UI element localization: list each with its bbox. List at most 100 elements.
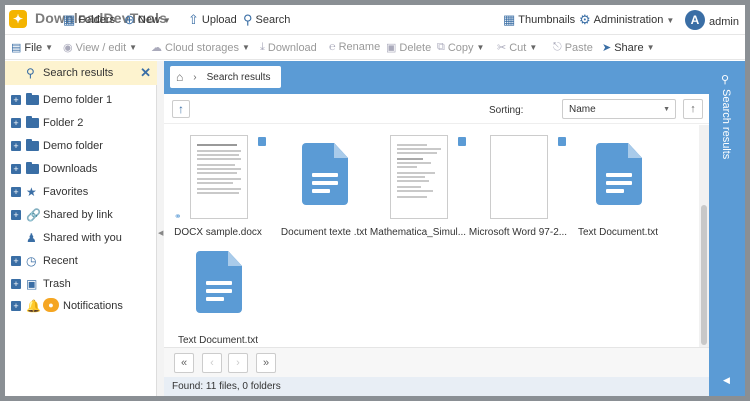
administration-button[interactable]: ⚙ Administration ▼ [579, 12, 674, 28]
file-thumbnail [190, 135, 248, 219]
folders-button[interactable]: ▦ Folders [63, 12, 115, 28]
breadcrumb-bar: ⌂ › Search results [164, 61, 709, 94]
top-bar: ✦ DownloadDevTools ▦ Folders ⊕ New ▼ ⇧ U… [5, 5, 745, 35]
chevron-left-icon[interactable]: ◀ [723, 375, 730, 386]
sort-select[interactable]: Name ▼ [562, 99, 676, 119]
right-panel[interactable]: ⚲ Search results ◀ [709, 61, 745, 396]
sort-direction-button[interactable]: ↑ [683, 99, 703, 119]
expand-icon[interactable]: + [11, 210, 21, 220]
search-label: Search [255, 14, 291, 26]
file-item[interactable]: Mathematica_Simul... [368, 135, 468, 245]
expand-icon[interactable]: + [11, 256, 21, 266]
home-icon[interactable]: ⌂ [176, 70, 183, 84]
sidebar-item-shared-with-you[interactable]: ♟ Shared with you [5, 227, 157, 249]
file-item[interactable]: Microsoft Word 97-2... [468, 135, 568, 245]
sidebar-item-demo-folder-1[interactable]: + Demo folder 1 [5, 89, 157, 111]
prev-page-button[interactable]: ‹ [202, 353, 222, 373]
file-name: Mathematica_Simul... [369, 227, 467, 238]
sidebar-item-label: Favorites [43, 186, 89, 198]
download-button[interactable]: ⤓ Download [260, 41, 317, 54]
expand-icon[interactable]: + [11, 141, 21, 151]
sidebar-item-label: Search results [43, 67, 114, 79]
sidebar-item-demo-folder[interactable]: + Demo folder [5, 135, 157, 157]
expand-icon[interactable]: + [11, 95, 21, 105]
rename-button[interactable]: ℮ Rename [329, 41, 380, 53]
sidebar-item-label: Shared by link [43, 209, 113, 221]
sidebar-collapse-handle[interactable]: ◀ [157, 61, 164, 396]
sidebar-item-shared-by-link[interactable]: + 🔗 Shared by link [5, 204, 157, 226]
delete-label: Delete [399, 41, 432, 54]
avatar[interactable]: A [685, 10, 705, 30]
bell-icon: 🔔 [26, 299, 41, 313]
expand-icon[interactable]: + [11, 279, 21, 289]
file-type-icon [258, 137, 266, 146]
cut-button[interactable]: ✂ Cut ▼ [497, 41, 538, 55]
search-icon: ⚲ [243, 12, 253, 27]
share-button[interactable]: ➤ Share ▼ [602, 41, 655, 55]
folders-label: Folders [78, 14, 115, 26]
file-menu-button[interactable]: ▤ File ▼ [11, 41, 54, 55]
cloud-storages-label: Cloud storages [165, 41, 239, 54]
sidebar-item-label: Notifications [63, 300, 123, 312]
paste-button[interactable]: ⎋ Paste [553, 41, 593, 54]
trash-icon: ▣ [386, 42, 397, 54]
breadcrumb: ⌂ › Search results [170, 66, 281, 88]
last-page-button[interactable]: » [256, 353, 276, 373]
cloud-storages-button[interactable]: ☁ Cloud storages ▼ [151, 41, 250, 55]
file-item[interactable]: ⚭ DOCX sample.docx [168, 135, 268, 245]
expand-icon[interactable]: + [11, 164, 21, 174]
parent-folder-button[interactable]: ↑ [172, 100, 190, 118]
caret-down-icon: ▼ [45, 43, 54, 52]
sidebar-item-downloads[interactable]: + Downloads [5, 158, 157, 180]
view-edit-button[interactable]: ◉ View / edit ▼ [63, 41, 138, 55]
thumbnails-button[interactable]: ▦ Thumbnails [503, 12, 575, 28]
document-icon [302, 143, 348, 205]
file-item[interactable]: Text Document.txt [168, 243, 268, 353]
sidebar-item-trash[interactable]: + ▣ Trash [5, 273, 157, 295]
sidebar-item-recent[interactable]: + ◷ Recent [5, 250, 157, 272]
expand-icon[interactable]: + [11, 301, 21, 311]
vertical-scrollbar[interactable] [699, 125, 709, 347]
folder-icon [26, 93, 39, 105]
scrollbar-thumb[interactable] [701, 205, 707, 345]
folders-icon: ▦ [63, 12, 76, 27]
next-page-button[interactable]: › [228, 353, 248, 373]
cut-label: Cut [509, 41, 527, 54]
share-icon: ➤ [602, 42, 612, 54]
expand-icon[interactable]: + [11, 118, 21, 128]
sidebar: ⚲ Search results ✕ + Demo folder 1 + Fol… [5, 61, 157, 396]
file-item[interactable]: Text Document.txt [568, 135, 668, 245]
new-button[interactable]: ⊕ New ▼ [124, 12, 171, 28]
file-item[interactable]: Document texte .txt [274, 135, 374, 245]
eye-icon: ◉ [63, 42, 73, 54]
sidebar-item-folder-2[interactable]: + Folder 2 [5, 112, 157, 134]
close-icon[interactable]: ✕ [140, 65, 151, 81]
view-edit-label: View / edit [75, 41, 127, 54]
chevron-right-icon: › [193, 71, 197, 83]
link-icon: 🔗 [26, 208, 41, 222]
sidebar-item-notifications[interactable]: + 🔔 ● Notifications [5, 295, 157, 317]
document-icon [596, 143, 642, 205]
user-name[interactable]: admin [709, 16, 739, 28]
search-icon: ⚲ [721, 74, 730, 86]
file-type-icon [558, 137, 566, 146]
caret-down-icon: ▼ [529, 43, 538, 52]
breadcrumb-current[interactable]: Search results [207, 72, 271, 83]
search-button[interactable]: ⚲ Search [243, 12, 290, 28]
caret-down-icon: ▼ [129, 43, 138, 52]
copy-button[interactable]: ⧉ Copy ▼ [437, 41, 484, 54]
administration-label: Administration [593, 14, 664, 26]
pagination: « ‹ › » [164, 347, 709, 377]
expand-icon[interactable]: + [11, 187, 21, 197]
share-label: Share [614, 41, 644, 54]
sidebar-item-search-results[interactable]: ⚲ Search results ✕ [5, 61, 157, 85]
file-icon: ▤ [11, 42, 22, 54]
download-label: Download [267, 41, 317, 54]
grid-icon: ▦ [503, 12, 516, 27]
first-page-button[interactable]: « [174, 353, 194, 373]
delete-button[interactable]: ▣ Delete [386, 41, 432, 55]
sidebar-item-favorites[interactable]: + ★ Favorites [5, 181, 157, 203]
folder-icon [26, 116, 39, 128]
upload-button[interactable]: ⇧ Upload [188, 12, 237, 28]
file-name: Text Document.txt [577, 227, 659, 238]
